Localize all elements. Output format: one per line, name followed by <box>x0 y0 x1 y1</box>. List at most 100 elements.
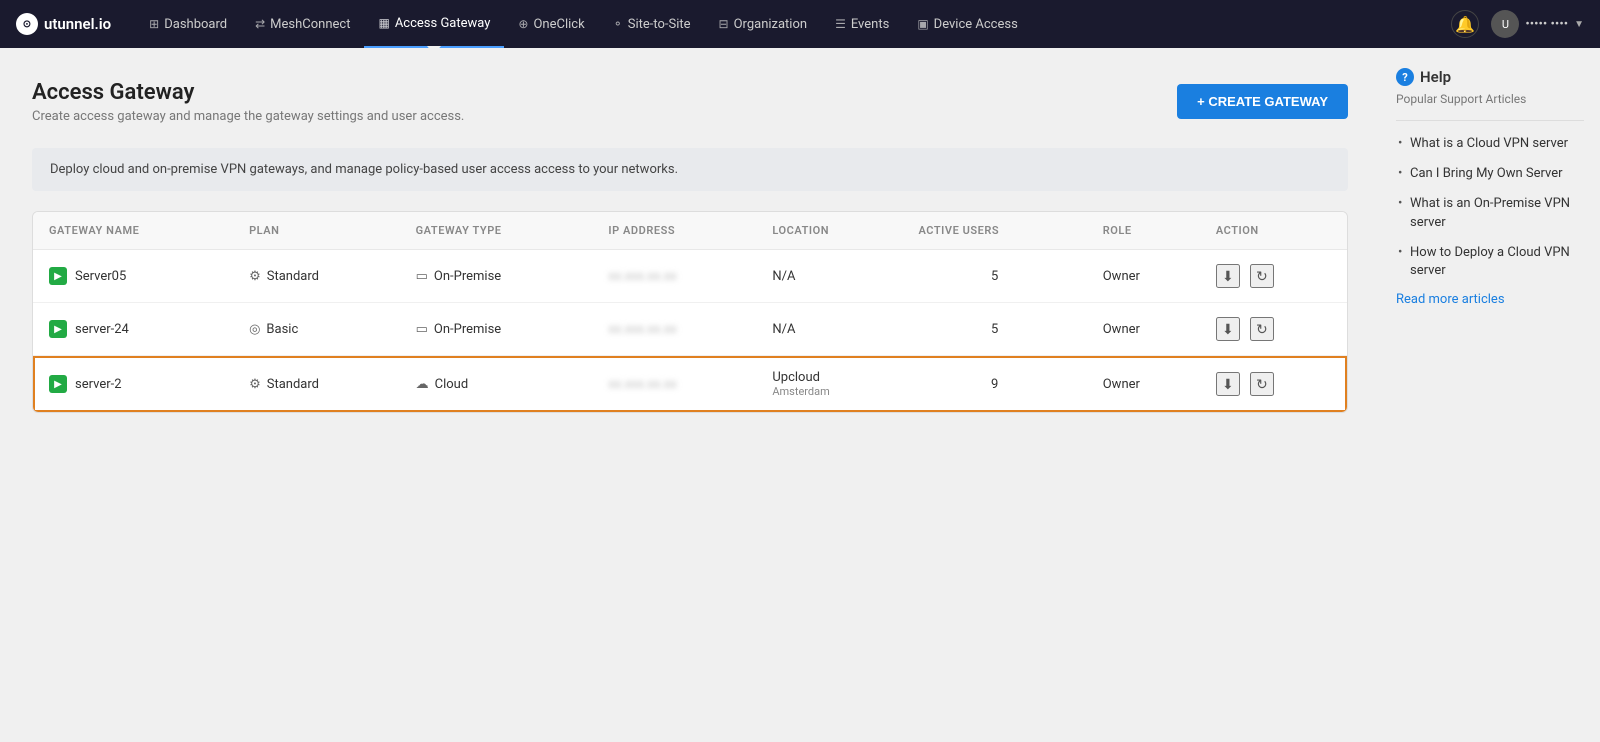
type-label: Cloud <box>435 377 469 392</box>
nav-icon-meshconnect: ⇄ <box>255 17 265 31</box>
refresh-button[interactable]: ↻ <box>1250 317 1274 341</box>
nav-icon-oneclick: ⊕ <box>518 17 528 31</box>
type-label: On-Premise <box>434 322 501 337</box>
location-name: N/A <box>772 322 795 337</box>
col-header-location: LOCATION <box>756 212 902 250</box>
type-label: On-Premise <box>434 269 501 284</box>
gw-plan-cell: ⚙ Standard <box>233 250 400 303</box>
help-icon: ? <box>1396 68 1414 86</box>
location-sub: Amsterdam <box>772 385 886 398</box>
gw-role-cell: Owner <box>1087 250 1200 303</box>
nav-item-events[interactable]: ☰ Events <box>821 0 903 48</box>
gw-name-cell: ▶Server05 <box>33 250 233 303</box>
plan-icon: ⚙ <box>249 269 261 284</box>
location-name: Upcloud <box>772 370 886 385</box>
refresh-button[interactable]: ↻ <box>1250 372 1274 396</box>
col-header-users: ACTIVE USERS <box>902 212 1086 250</box>
gw-type-cell: ▭On-Premise <box>400 303 593 356</box>
gw-type-cell: ▭ On-Premise <box>400 250 593 303</box>
gw-role-cell: Owner <box>1087 356 1200 413</box>
help-subtitle: Popular Support Articles <box>1396 92 1584 106</box>
download-button[interactable]: ⬇ <box>1216 317 1240 341</box>
nav-label-meshconnect: MeshConnect <box>270 17 350 32</box>
download-button[interactable]: ⬇ <box>1216 372 1240 396</box>
help-article-item[interactable]: How to Deploy a Cloud VPN server <box>1396 244 1584 280</box>
table-row[interactable]: ▶Server05 ⚙ Standard ▭ On-Premise xx.xxx.xx.x… <box>33 250 1347 303</box>
active-users: 5 <box>991 269 998 284</box>
gw-ip-cell: xx.xxx.xx.xx <box>592 303 756 356</box>
gw-location-cell: UpcloudAmsterdam <box>756 356 902 413</box>
plan-icon: ⚙ <box>249 377 261 392</box>
ip-address: xx.xxx.xx.xx <box>608 322 676 337</box>
col-header-ip: IP ADDRESS <box>592 212 756 250</box>
gw-location-cell: N/A <box>756 250 902 303</box>
refresh-button[interactable]: ↻ <box>1250 264 1274 288</box>
nav-icon-events: ☰ <box>835 17 846 31</box>
nav-item-dashboard[interactable]: ⊞ Dashboard <box>135 0 241 48</box>
gw-ip-cell: xx.xxx.xx.xx <box>592 356 756 413</box>
page-title: Access Gateway <box>32 80 464 105</box>
active-nav-indicator <box>427 46 441 54</box>
nav-item-site-to-site[interactable]: ⚬ Site-to-Site <box>599 0 705 48</box>
page-subtitle: Create access gateway and manage the gat… <box>32 109 464 124</box>
page-title-block: Access Gateway Create access gateway and… <box>32 80 464 124</box>
help-article-item[interactable]: What is a Cloud VPN server <box>1396 135 1584 153</box>
nav-item-device-access[interactable]: ▣ Device Access <box>903 0 1031 48</box>
role-label: Owner <box>1103 322 1140 337</box>
download-button[interactable]: ⬇ <box>1216 264 1240 288</box>
table-row[interactable]: ▶server-2⚙Standard☁Cloudxx.xxx.xx.xxUpcl… <box>33 356 1347 413</box>
nav-label-site-to-site: Site-to-Site <box>628 17 691 32</box>
nav-item-organization[interactable]: ⊟ Organization <box>705 0 822 48</box>
help-article-item[interactable]: What is an On-Premise VPN server <box>1396 195 1584 231</box>
nav-item-access-gateway[interactable]: ▦Access Gateway <box>364 0 504 48</box>
active-users: 5 <box>991 322 998 337</box>
table-row[interactable]: ▶server-24◎Basic▭On-Premisexx.xxx.xx.xxN… <box>33 303 1347 356</box>
nav-icon-organization: ⊟ <box>719 17 729 31</box>
help-articles-list: What is a Cloud VPN server Can I Bring My… <box>1396 135 1584 280</box>
nav-label-dashboard: Dashboard <box>164 17 227 32</box>
read-more-link[interactable]: Read more articles <box>1396 292 1584 307</box>
gw-role-cell: Owner <box>1087 303 1200 356</box>
main-content: Access Gateway Create access gateway and… <box>0 48 1600 742</box>
type-icon: ☁ <box>416 377 429 392</box>
gw-location-cell: N/A <box>756 303 902 356</box>
col-header-role: ROLE <box>1087 212 1200 250</box>
content-area: Access Gateway Create access gateway and… <box>0 48 1380 742</box>
table-header-row: GATEWAY NAMEPLANGATEWAY TYPEIP ADDRESSLO… <box>33 212 1347 250</box>
nav-label-organization: Organization <box>734 17 807 32</box>
nav-label-events: Events <box>851 17 889 32</box>
nav-label-device-access: Device Access <box>934 17 1018 32</box>
nav-icon-device-access: ▣ <box>917 17 928 31</box>
ip-address: xx.xxx.xx.xx <box>608 377 676 392</box>
nav-icon-dashboard: ⊞ <box>149 17 159 31</box>
gw-name-cell: ▶server-24 <box>33 303 233 356</box>
gw-users-cell: 5 <box>902 303 1086 356</box>
create-gateway-button[interactable]: + CREATE GATEWAY <box>1177 84 1348 119</box>
gw-ip-cell: xx.xxx.xx.xx <box>592 250 756 303</box>
nav-item-meshconnect[interactable]: ⇄ MeshConnect <box>241 0 364 48</box>
user-menu[interactable]: U ••••• •••• ▼ <box>1491 10 1584 38</box>
gw-users-cell: 9 <box>902 356 1086 413</box>
brand-icon: ⊙ <box>16 13 38 35</box>
location-name: N/A <box>772 269 795 284</box>
help-article-item[interactable]: Can I Bring My Own Server <box>1396 165 1584 183</box>
brand-name: utunnel.io <box>44 15 111 33</box>
nav-items: ⊞ Dashboard ⇄ MeshConnect ▦Access Gateway⊕On… <box>135 0 1451 48</box>
table-body: ▶Server05 ⚙ Standard ▭ On-Premise xx.xxx.xx.x… <box>33 250 1347 413</box>
gw-plan-cell: ⚙Standard <box>233 356 400 413</box>
nav-item-oneclick[interactable]: ⊕OneClick <box>504 0 598 48</box>
gateway-table-card: GATEWAY NAMEPLANGATEWAY TYPEIP ADDRESSLO… <box>32 211 1348 413</box>
nav-right: 🔔 U ••••• •••• ▼ <box>1451 10 1584 38</box>
type-icon: ▭ <box>416 269 428 284</box>
col-header-action: ACTION <box>1200 212 1347 250</box>
col-header-plan: PLAN <box>233 212 400 250</box>
col-header-type: GATEWAY TYPE <box>400 212 593 250</box>
role-label: Owner <box>1103 377 1140 392</box>
nav-icon-site-to-site: ⚬ <box>613 17 623 31</box>
plan-label: Standard <box>267 269 319 284</box>
brand-logo[interactable]: ⊙ utunnel.io <box>16 13 111 35</box>
notification-bell[interactable]: 🔔 <box>1451 10 1479 38</box>
gw-name: server-24 <box>75 322 129 337</box>
plan-label: Basic <box>266 322 298 337</box>
gw-status-icon: ▶ <box>49 375 67 393</box>
